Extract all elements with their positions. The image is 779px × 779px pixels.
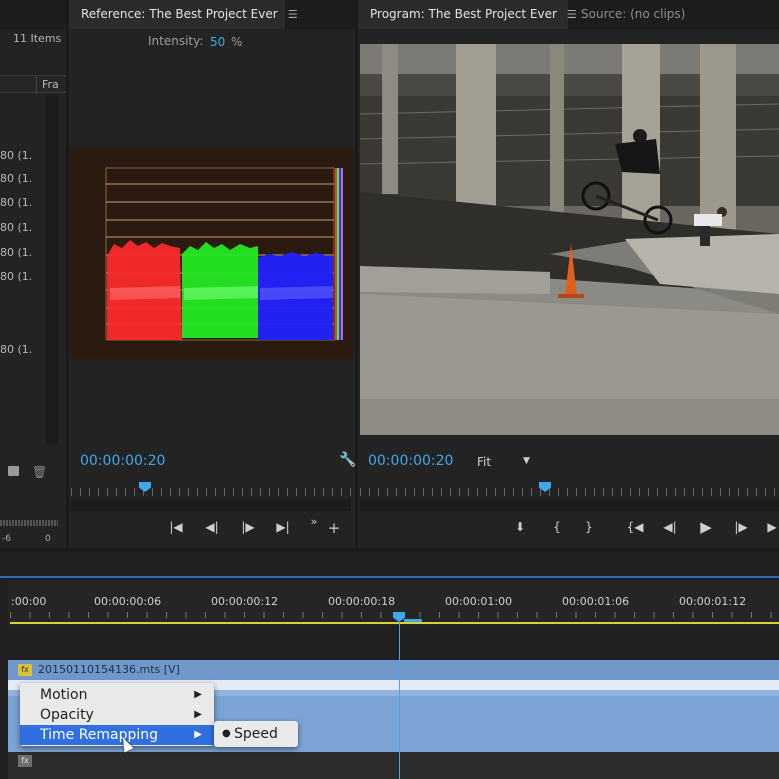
go-to-out-icon[interactable]: ▶ xyxy=(762,520,779,534)
step-forward-icon[interactable]: |▶ xyxy=(238,520,258,534)
audio-meter xyxy=(0,520,58,526)
menu-item-time-remapping[interactable]: Time Remapping ▶ xyxy=(20,725,214,745)
new-item-icon[interactable] xyxy=(8,466,19,476)
intensity-unit: % xyxy=(231,35,243,49)
program-tabbar: Program: The Best Project Ever ☰ Source: … xyxy=(358,0,779,29)
rgb-parade-scope xyxy=(70,148,353,359)
meter-label: 0 xyxy=(45,534,51,544)
scope-blue-channel xyxy=(258,252,333,340)
reference-tabbar: Reference: The Best Project Ever ☰ xyxy=(69,0,355,29)
reference-monitor: Reference: The Best Project Ever ☰ Intens… xyxy=(69,0,356,548)
timeline-top-border xyxy=(0,576,779,578)
work-area-bar[interactable] xyxy=(10,622,779,624)
trash-icon[interactable]: 🗑 xyxy=(32,465,47,479)
menu-item-label: Motion xyxy=(40,687,88,703)
menu-item-opacity[interactable]: Opacity ▶ xyxy=(20,705,214,725)
panel-menu-icon[interactable]: ☰ xyxy=(567,0,577,29)
tab-reference[interactable]: Reference: The Best Project Ever ☰ xyxy=(69,0,298,29)
more-controls-icon[interactable]: » xyxy=(304,515,324,528)
scope-red-channel xyxy=(107,240,182,340)
intensity-value[interactable]: 50 xyxy=(210,35,225,49)
go-to-out-icon[interactable]: ▶| xyxy=(273,520,293,534)
go-to-in-icon[interactable]: {◀ xyxy=(625,520,645,534)
meter-label: -6 xyxy=(2,534,11,544)
clip-name: 20150110154136.mts [V] xyxy=(38,663,180,676)
submenu-arrow-icon: ▶ xyxy=(194,709,202,720)
reference-scrollbar[interactable] xyxy=(71,499,351,511)
effects-context-menu: Motion ▶ Opacity ▶ Time Remapping ▶ xyxy=(20,683,214,746)
chevron-down-icon: ▼ xyxy=(523,456,530,466)
in-point-marker xyxy=(404,619,422,622)
project-panel: 11 Items Fra 80 (1. 80 (1. 80 (1. 80 (1.… xyxy=(0,0,66,548)
step-forward-icon[interactable]: |▶ xyxy=(731,520,751,534)
tab-source[interactable]: Source: (no clips) xyxy=(581,0,685,29)
ruler-label: 00:00:01:12 xyxy=(679,595,747,608)
reference-timecode[interactable]: 00:00:00:20 xyxy=(80,453,165,469)
bullet-icon: ● xyxy=(222,728,231,739)
ruler-label: 00:00:01:00 xyxy=(445,595,513,608)
fx-badge[interactable]: fx xyxy=(18,664,32,676)
fx-badge-lower[interactable]: fx xyxy=(18,755,32,767)
ruler-label: 00:00:00:12 xyxy=(211,595,279,608)
list-item[interactable]: 80 (1. xyxy=(0,246,32,259)
tab-reference-label: Reference: The Best Project Ever xyxy=(81,7,278,21)
ruler-label: 00:00:00:18 xyxy=(328,595,396,608)
zoom-select-value: Fit xyxy=(477,455,492,469)
go-to-in-icon[interactable]: |◀ xyxy=(166,520,186,534)
list-item[interactable]: 80 (1. xyxy=(0,149,32,162)
mark-out-icon[interactable]: } xyxy=(579,520,599,534)
items-count: 11 Items xyxy=(13,32,62,45)
add-button-icon[interactable]: + xyxy=(324,519,344,537)
program-time-ruler[interactable] xyxy=(360,488,779,496)
project-scrollbar[interactable] xyxy=(46,95,58,445)
ruler-label: :00:00 xyxy=(11,595,47,608)
playhead-line xyxy=(399,622,400,779)
program-timecode[interactable]: 00:00:00:20 xyxy=(368,453,453,469)
zoom-select[interactable]: Fit ▼ xyxy=(471,453,539,471)
menu-item-label: Time Remapping xyxy=(40,727,159,743)
project-tabbar xyxy=(0,0,66,29)
program-scrollbar[interactable] xyxy=(360,499,779,511)
list-item[interactable]: 80 (1. xyxy=(0,343,32,356)
column-divider xyxy=(36,76,37,94)
panel-menu-icon[interactable]: ☰ xyxy=(288,0,298,29)
wrench-icon[interactable]: 🔧 xyxy=(339,452,356,468)
list-item[interactable]: 80 (1. xyxy=(0,172,32,185)
column-header-frame[interactable]: Fra xyxy=(42,78,59,91)
program-video-frame xyxy=(360,44,779,435)
step-back-icon[interactable]: ◀| xyxy=(660,520,680,534)
submenu-item-label: Speed xyxy=(234,726,278,742)
add-marker-icon[interactable]: ⬇ xyxy=(510,520,530,534)
time-remapping-submenu: ● Speed xyxy=(214,721,298,747)
list-item[interactable]: 80 (1. xyxy=(0,270,32,283)
tab-program[interactable]: Program: The Best Project Ever ☰ xyxy=(358,0,577,29)
mark-in-icon[interactable]: { xyxy=(547,520,567,534)
play-icon[interactable]: ▶ xyxy=(696,518,716,536)
menu-item-motion[interactable]: Motion ▶ xyxy=(20,685,214,705)
scope-green-channel xyxy=(182,242,258,338)
list-item[interactable]: 80 (1. xyxy=(0,221,32,234)
menu-item-label: Opacity xyxy=(40,707,94,723)
list-item[interactable]: 80 (1. xyxy=(0,196,32,209)
submenu-arrow-icon: ▶ xyxy=(194,729,202,740)
scope-spectrum-bar xyxy=(335,168,343,340)
track-lower xyxy=(8,752,779,779)
tab-program-label: Program: The Best Project Ever xyxy=(370,7,557,21)
ruler-label: 00:00:01:06 xyxy=(562,595,630,608)
reference-time-ruler[interactable] xyxy=(71,488,351,496)
program-monitor: Program: The Best Project Ever ☰ Source: … xyxy=(358,0,779,548)
list-header: Fra xyxy=(0,75,66,94)
intensity-label: Intensity: xyxy=(148,34,204,48)
submenu-arrow-icon: ▶ xyxy=(194,689,202,700)
ruler-label: 00:00:00:06 xyxy=(94,595,162,608)
submenu-item-speed[interactable]: ● Speed xyxy=(214,724,298,744)
step-back-icon[interactable]: ◀| xyxy=(202,520,222,534)
